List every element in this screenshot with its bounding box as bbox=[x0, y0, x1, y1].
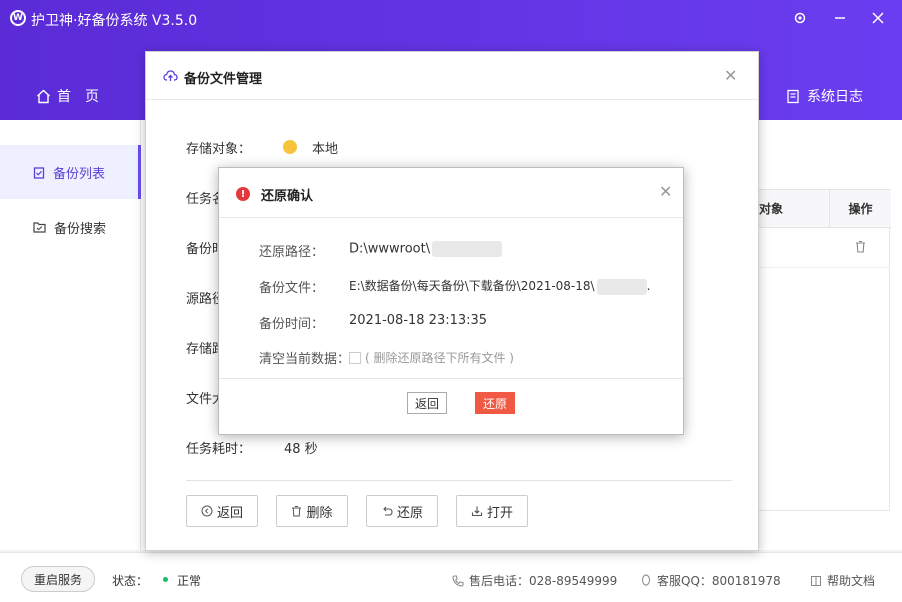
backup-time-value: 2021-08-18 23:13:35 bbox=[349, 313, 488, 328]
delete-button-label: 删除 bbox=[306, 505, 333, 521]
settings-gear-icon[interactable] bbox=[790, 8, 810, 28]
restore-path-text: D:\wwwroot\ bbox=[349, 241, 431, 257]
minimize-icon[interactable] bbox=[830, 8, 850, 28]
restore-button-label: 还原 bbox=[396, 505, 423, 521]
confirm-title: 还原确认 bbox=[261, 189, 314, 204]
sidebar-item-label: 备份列表 bbox=[53, 166, 106, 182]
clear-data-label: 清空当前数据： bbox=[259, 352, 351, 367]
restore-confirm-dialog: ! 还原确认 ✕ 还原路径： D:\wwwroot\ 备份文件： E:\数据备份… bbox=[218, 167, 684, 435]
nav-home-label: 首页 bbox=[57, 89, 113, 105]
redacted-block bbox=[432, 241, 503, 257]
clipboard-icon bbox=[33, 166, 45, 179]
redacted-block bbox=[596, 278, 647, 295]
app-title: 护卫神·好备份系统 V3.5.0 bbox=[31, 13, 198, 29]
dialog-header: 备份文件管理 ✕ bbox=[146, 52, 758, 100]
restore-button[interactable]: 还原 bbox=[366, 495, 438, 527]
sidebar-item-backup-list[interactable]: 备份列表 bbox=[0, 145, 141, 199]
nav-log-label: 系统日志 bbox=[807, 89, 863, 105]
support-qq-text: 客服QQ：800181978 bbox=[657, 574, 781, 588]
backup-file-label: 备份文件： bbox=[259, 281, 325, 296]
backup-file-text: E:\数据备份\每天备份\下载备份\2021-08-18\ bbox=[349, 279, 595, 293]
local-disk-icon bbox=[283, 140, 297, 154]
trash-icon bbox=[292, 506, 302, 517]
nav-system-log[interactable]: 系统日志 bbox=[786, 86, 863, 106]
storage-label: 存储对象： bbox=[186, 142, 252, 157]
back-button-label: 返回 bbox=[216, 505, 243, 521]
book-icon bbox=[811, 575, 821, 586]
backup-time-label: 备份时间： bbox=[259, 317, 325, 332]
undo-icon bbox=[383, 506, 393, 516]
support-phone-text: 售后电话：028-89549999 bbox=[469, 574, 618, 588]
close-window-icon[interactable] bbox=[868, 8, 888, 28]
backup-file-value: E:\数据备份\每天备份\下载备份\2021-08-18\. bbox=[349, 277, 650, 295]
log-icon bbox=[787, 89, 799, 103]
backup-table: 对象 操作 bbox=[758, 189, 891, 511]
help-docs-link[interactable]: 帮助文档 bbox=[810, 572, 875, 589]
home-icon bbox=[37, 89, 50, 103]
folder-search-icon bbox=[33, 222, 46, 233]
sidebar-item-label: 备份搜索 bbox=[54, 221, 107, 237]
column-object: 对象 bbox=[759, 190, 829, 228]
warning-icon: ! bbox=[236, 187, 250, 201]
table-row bbox=[759, 228, 889, 268]
status-dot-icon bbox=[163, 577, 168, 582]
back-circle-icon bbox=[201, 505, 213, 517]
title-bar: W 护卫神·好备份系统 V3.5.0 bbox=[0, 0, 902, 38]
clear-data-checkbox[interactable] bbox=[349, 351, 361, 364]
status-bar: 重启服务 状态： 正常 售后电话：028-89549999 客服QQ：80018… bbox=[0, 552, 902, 602]
open-export-icon bbox=[471, 506, 483, 517]
confirm-restore-button[interactable]: 还原 bbox=[475, 392, 515, 414]
help-docs-text: 帮助文档 bbox=[827, 574, 876, 588]
clear-data-option: ( 删除还原路径下所有文件 ) bbox=[349, 349, 514, 366]
status-label: 状态： bbox=[112, 574, 149, 588]
confirm-back-button[interactable]: 返回 bbox=[407, 392, 447, 414]
storage-value: 本地 bbox=[312, 142, 339, 157]
confirm-divider bbox=[219, 378, 683, 379]
restore-path-label: 还原路径： bbox=[259, 245, 325, 260]
trash-icon[interactable] bbox=[855, 240, 866, 253]
dialog-title: 备份文件管理 bbox=[184, 72, 263, 87]
app-logo-icon: W bbox=[10, 10, 26, 26]
sidebar: 备份列表 备份搜索 bbox=[0, 120, 141, 550]
phone-icon bbox=[452, 575, 464, 587]
support-qq[interactable]: 客服QQ：800181978 bbox=[640, 572, 781, 589]
confirm-header: ! 还原确认 ✕ bbox=[219, 168, 683, 218]
back-button[interactable]: 返回 bbox=[186, 495, 258, 527]
duration-label: 任务耗时： bbox=[186, 442, 252, 457]
column-action-label: 操作 bbox=[848, 202, 873, 216]
backup-file-suffix: . bbox=[646, 279, 651, 293]
status-value: 正常 bbox=[177, 574, 202, 588]
restart-service-button[interactable]: 重启服务 bbox=[21, 566, 95, 592]
duration-value: 48 秒 bbox=[284, 442, 318, 457]
dialog-divider bbox=[186, 480, 732, 481]
restore-path-value: D:\wwwroot\ bbox=[349, 241, 503, 257]
confirm-close-icon[interactable]: ✕ bbox=[659, 182, 672, 201]
open-button-label: 打开 bbox=[486, 505, 513, 521]
clear-data-hint: ( 删除还原路径下所有文件 ) bbox=[365, 351, 514, 365]
nav-home[interactable]: 首页 bbox=[36, 86, 113, 106]
column-object-label: 对象 bbox=[759, 202, 784, 216]
cloud-upload-icon bbox=[163, 70, 178, 81]
open-button[interactable]: 打开 bbox=[456, 495, 528, 527]
support-phone: 售后电话：028-89549999 bbox=[452, 572, 617, 589]
column-action: 操作 bbox=[829, 190, 891, 228]
delete-button[interactable]: 删除 bbox=[276, 495, 348, 527]
dialog-close-icon[interactable]: ✕ bbox=[724, 66, 737, 85]
sidebar-item-backup-search[interactable]: 备份搜索 bbox=[0, 200, 141, 254]
qq-icon bbox=[642, 574, 650, 586]
